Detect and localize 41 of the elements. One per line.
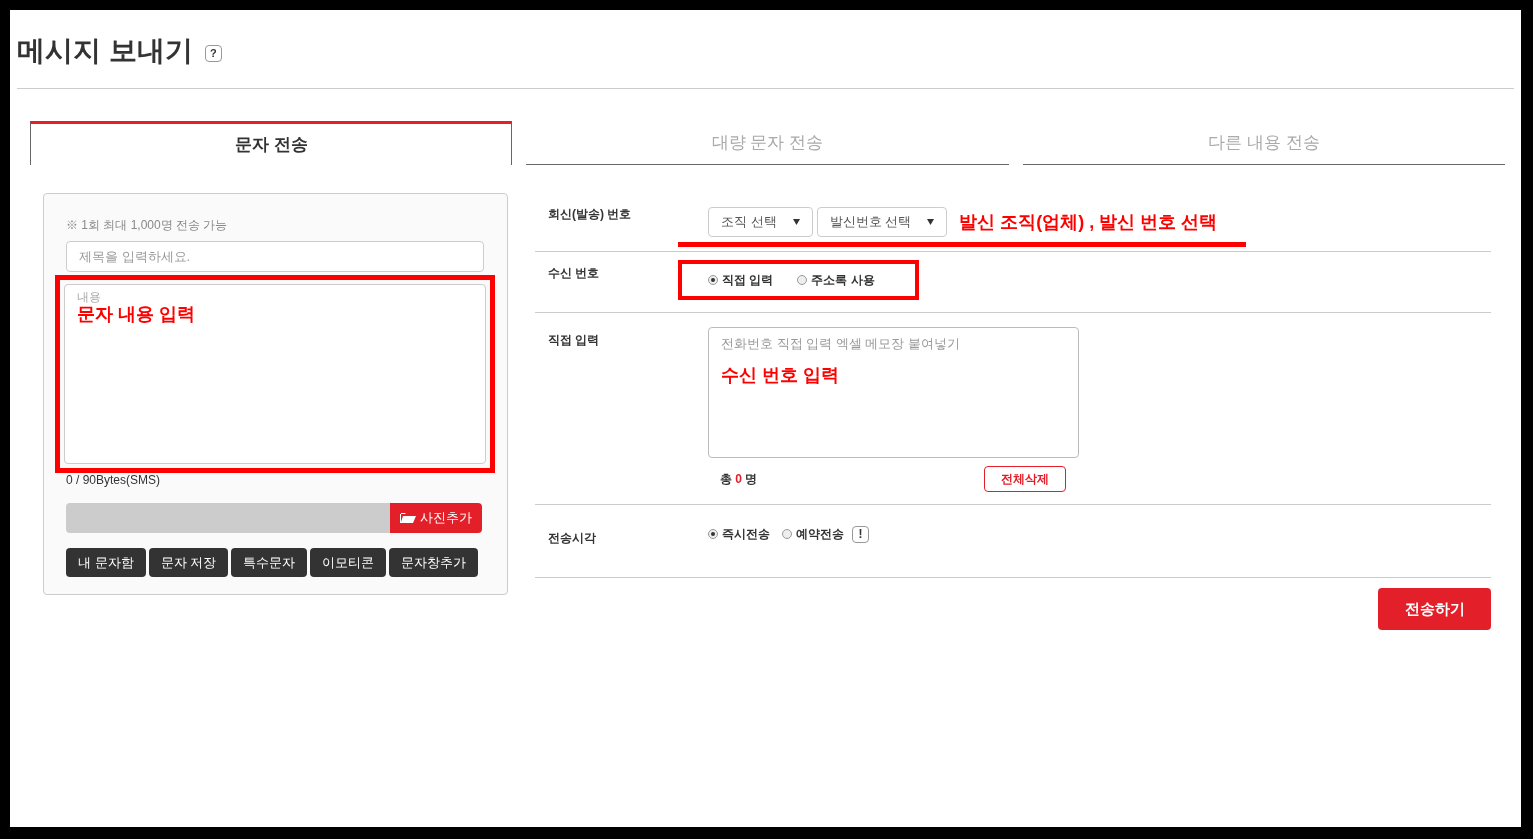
annotation-label: 문자 내용 입력 <box>77 303 195 325</box>
help-icon[interactable]: ? <box>204 44 222 62</box>
textarea-placeholder: 전화번호 직접 입력 엑셀 메모장 붙여넣기 <box>721 335 961 353</box>
field-label: 전송시각 <box>547 530 597 547</box>
annotation-label: 수신 번호 입력 <box>721 363 839 387</box>
radio-button[interactable] <box>708 275 718 285</box>
caret-icon <box>927 219 935 225</box>
dropdown[interactable]: 발신번호 선택 <box>816 207 948 237</box>
radio-button[interactable] <box>708 529 718 539</box>
send-button[interactable]: 전송하기 <box>1378 588 1491 630</box>
body-textarea[interactable]: 내용 문자 내용 입력 <box>64 284 486 464</box>
add-photo-button[interactable]: 사진추가 <box>390 503 482 533</box>
radio-option[interactable]: 직접 입력 <box>708 271 774 289</box>
tool-button[interactable]: 특수문자 <box>231 548 308 577</box>
radio-option[interactable]: 주소록 사용 <box>797 271 875 289</box>
folder-icon <box>400 512 416 524</box>
phone-number-textarea[interactable]: 전화번호 직접 입력 엑셀 메모장 붙여넣기 수신 번호 입력 <box>708 327 1079 458</box>
page-title: 메시지 보내기 <box>17 34 193 68</box>
textarea-placeholder: 내용 <box>77 291 101 303</box>
radio-option[interactable]: 예약전송 <box>782 525 844 543</box>
info-button[interactable]: ! <box>852 525 869 543</box>
tool-button[interactable]: 내 문자함 <box>66 548 146 577</box>
recipient-total: 총 0 명 <box>720 471 758 488</box>
byte-count: 0 / 90Bytes(SMS) <box>66 472 161 489</box>
file-path-field[interactable] <box>66 503 390 533</box>
field-label: 직접 입력 <box>547 332 601 349</box>
tool-button[interactable]: 문자 저장 <box>148 548 229 577</box>
clear-all-button[interactable]: 전체삭제 <box>984 466 1066 492</box>
field-label: 수신 번호 <box>547 265 601 282</box>
caret-icon <box>792 219 800 225</box>
radio-button[interactable] <box>782 529 792 539</box>
tool-button[interactable]: 이모티콘 <box>310 548 387 577</box>
tab[interactable]: 문자 전송 <box>30 121 513 165</box>
field-label: 회신(발송) 번호 <box>547 206 633 223</box>
dropdown[interactable]: 조직 선택 <box>708 207 813 237</box>
annotation-label: 발신 조직(업체) , 발신 번호 선택 <box>959 210 1218 234</box>
radio-button[interactable] <box>797 275 808 285</box>
notice-text: ※ 1회 최대 1,000명 전송 가능 <box>66 217 228 234</box>
subject-input[interactable]: 제목을 입력하세요. <box>66 241 484 272</box>
radio-option[interactable]: 즉시전송 <box>708 525 770 543</box>
tool-button[interactable]: 문자창추가 <box>389 548 479 577</box>
